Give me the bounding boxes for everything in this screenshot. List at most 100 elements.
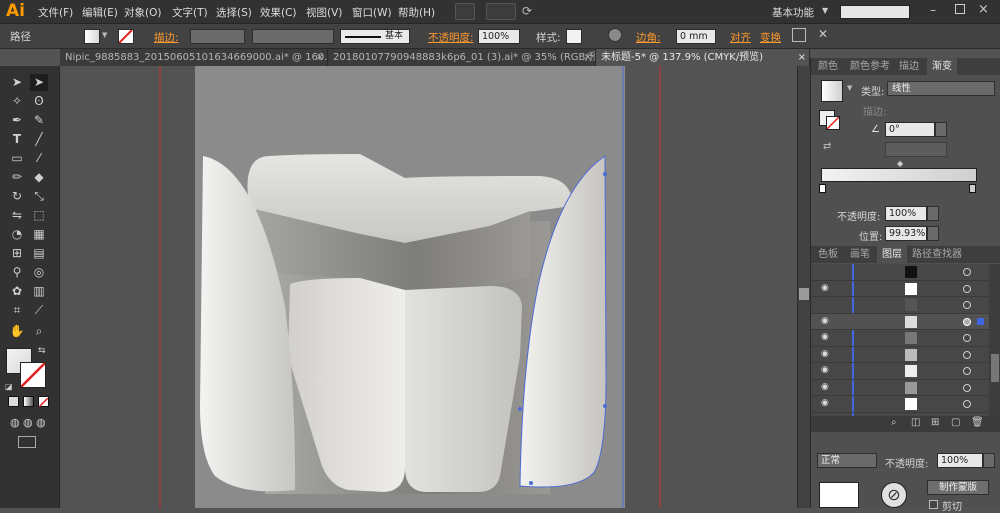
gradient-stop-left[interactable] (819, 184, 826, 193)
layers-scroll-thumb[interactable] (991, 354, 999, 382)
delete-layer-icon[interactable]: 🗑 (971, 417, 984, 428)
close-icon[interactable]: × (316, 49, 324, 66)
target-icon[interactable] (963, 383, 971, 392)
chevron-down-icon[interactable]: ▼ (847, 84, 852, 92)
chevron-down-icon[interactable]: ▼ (102, 31, 107, 39)
layer-row[interactable] (811, 264, 989, 281)
target-icon[interactable] (963, 284, 971, 293)
corner-input[interactable]: 0 mm (676, 29, 716, 44)
visibility-eye-icon[interactable]: ◉ (821, 316, 829, 326)
tab-gradient[interactable]: 渐变 (927, 58, 957, 75)
opacity-input[interactable]: 100% (478, 29, 520, 44)
selection-tool-icon[interactable]: ➤ (8, 74, 26, 91)
visibility-eye-icon[interactable]: ◉ (821, 365, 829, 375)
tab-color-guide[interactable]: 颜色参考 (845, 58, 895, 75)
target-icon[interactable] (963, 400, 971, 408)
color-mode-icon[interactable] (8, 396, 19, 407)
rotate-tool-icon[interactable]: ↻ (8, 188, 26, 205)
target-icon[interactable] (963, 334, 971, 342)
selection-indicator[interactable] (977, 317, 984, 325)
close-icon[interactable]: × (798, 49, 806, 66)
stop-location-input[interactable]: 99.93% (885, 226, 927, 241)
workspace-switcher[interactable]: 基本功能 (772, 5, 814, 20)
free-transform-icon[interactable]: ⬚ (30, 207, 48, 224)
rectangle-tool-icon[interactable]: ▭ (8, 150, 26, 167)
layer-row[interactable]: ◉ (811, 313, 989, 330)
scale-tool-icon[interactable]: ⤡ (30, 188, 48, 205)
pencil-icon[interactable]: ✏ (8, 169, 26, 186)
tab-document-1[interactable]: Nipic_9885883_20150605101634669000.ai* @… (60, 49, 328, 66)
menu-edit[interactable]: 编辑(E) (82, 5, 118, 20)
menu-select[interactable]: 选择(S) (216, 5, 252, 20)
vertical-scrollbar[interactable] (797, 66, 810, 508)
close-icon[interactable]: × (584, 49, 592, 66)
transparency-opacity-dropdown[interactable] (983, 453, 995, 468)
gradient-stop-right[interactable] (969, 184, 976, 193)
tab-stroke[interactable]: 描边 (894, 58, 924, 75)
anchor-point[interactable] (518, 407, 522, 411)
target-icon[interactable] (963, 317, 971, 326)
arrange-documents-icon[interactable] (486, 3, 516, 20)
search-input[interactable] (840, 5, 910, 19)
slice-tool-icon[interactable]: ⟋ (30, 302, 48, 319)
menu-type[interactable]: 文字(T) (172, 5, 208, 20)
make-mask-button[interactable]: 制作蒙版 (927, 480, 989, 495)
stop-opacity-input[interactable]: 100% (885, 206, 927, 221)
stop-opacity-dropdown[interactable] (927, 206, 939, 221)
layers-list[interactable]: ◉ ◉ ◉ ◉ ◉ ◉ ◉ (811, 264, 989, 416)
blend-mode-dropdown[interactable]: 正常 (817, 453, 877, 468)
hand-tool-icon[interactable]: ✋ (8, 323, 26, 340)
symbol-sprayer-icon[interactable]: ✿ (8, 283, 26, 300)
variable-width-dropdown[interactable] (252, 29, 334, 44)
chevron-down-icon[interactable]: ▼ (822, 6, 828, 15)
artboard-tool-icon[interactable]: ⌗ (8, 302, 26, 319)
gpu-icon[interactable]: ⟳ (522, 4, 532, 18)
transform-link[interactable]: 变换 (760, 30, 781, 45)
fill-swatch[interactable] (84, 29, 100, 44)
column-graph-icon[interactable]: ▥ (30, 283, 48, 300)
menu-help[interactable]: 帮助(H) (398, 5, 435, 20)
layer-row[interactable]: ◉ (811, 396, 989, 413)
layer-row[interactable]: ◉ (811, 380, 989, 396)
layer-row[interactable]: ◉ (811, 281, 989, 297)
close-icon[interactable]: × (978, 2, 989, 17)
layer-row[interactable]: ◉ (811, 347, 989, 363)
paintbrush-icon[interactable]: ⁄ (30, 150, 48, 167)
default-colors-icon[interactable]: ◪ (5, 382, 13, 391)
zoom-tool-icon[interactable]: ⌕ (30, 323, 48, 340)
visibility-eye-icon[interactable]: ◉ (821, 332, 829, 342)
menu-effect[interactable]: 效果(C) (260, 5, 297, 20)
layer-row[interactable]: ◉ (811, 330, 989, 347)
screen-mode-icon[interactable] (18, 436, 36, 448)
anchor-point[interactable] (529, 481, 533, 485)
gradient-slider[interactable] (821, 168, 977, 182)
aspect-ratio-field[interactable] (885, 142, 947, 157)
angle-dropdown[interactable] (935, 122, 947, 137)
target-icon[interactable] (963, 367, 971, 375)
tab-brushes[interactable]: 画笔 (845, 246, 875, 263)
isolate-icon[interactable] (792, 28, 806, 42)
layers-scrollbar[interactable] (989, 264, 1000, 416)
anchor-point[interactable] (603, 172, 607, 176)
gradient-mode-icon[interactable] (23, 396, 34, 407)
swap-colors-icon[interactable]: ⇆ (38, 346, 46, 356)
opacity-label[interactable]: 不透明度: (428, 30, 474, 45)
object-thumbnail[interactable] (819, 482, 859, 508)
visibility-eye-icon[interactable]: ◉ (821, 382, 829, 392)
none-mode-icon[interactable] (38, 396, 49, 408)
no-mask-icon[interactable]: ⊘ (881, 482, 907, 508)
brush-definition-dropdown[interactable]: 基本 (340, 29, 410, 44)
recolor-artwork-icon[interactable] (608, 28, 622, 42)
mesh-tool-icon[interactable]: ⊞ (8, 245, 26, 262)
menu-window[interactable]: 窗口(W) (352, 5, 392, 20)
scroll-thumb[interactable] (799, 288, 809, 300)
maximize-icon[interactable] (955, 4, 965, 14)
menu-file[interactable]: 文件(F) (38, 5, 73, 20)
perspective-grid-icon[interactable]: ▦ (30, 226, 48, 243)
lasso-icon[interactable]: ʘ (30, 93, 48, 110)
bridge-icon[interactable] (455, 3, 475, 20)
target-icon[interactable] (963, 268, 971, 276)
tab-document-2[interactable]: 20180107790948883k6p6_01 (3).ai* @ 35% (… (328, 49, 596, 66)
draw-mode-icon[interactable]: ◍ (10, 416, 20, 429)
visibility-eye-icon[interactable]: ◉ (821, 349, 829, 359)
